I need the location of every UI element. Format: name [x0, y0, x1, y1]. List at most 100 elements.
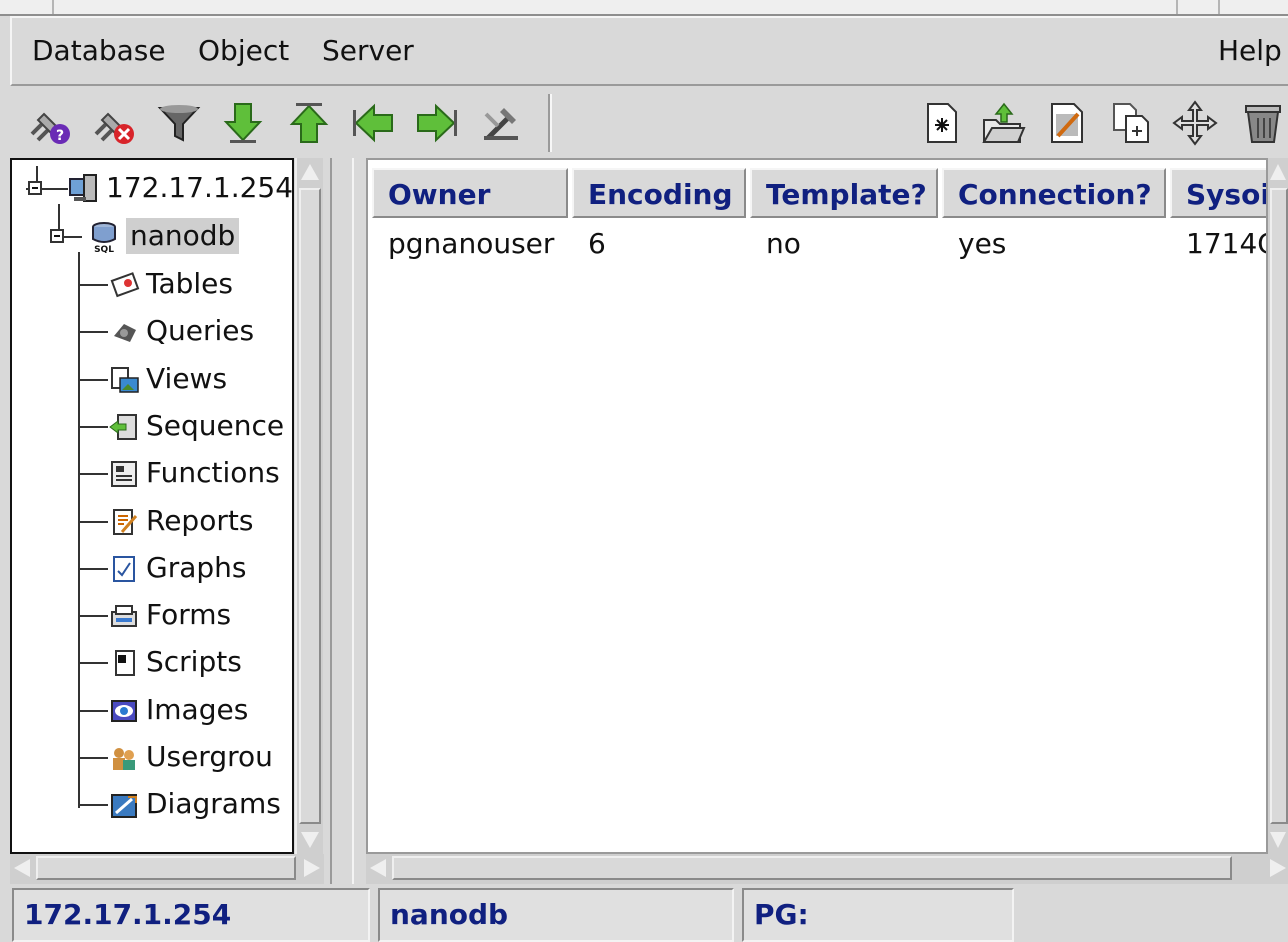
scroll-right-arrow[interactable] [1270, 859, 1286, 877]
open-icon[interactable] [980, 100, 1026, 146]
sequences-icon [109, 413, 137, 440]
scroll-thumb[interactable] [392, 856, 1232, 880]
toolbar: ? [10, 88, 1288, 158]
tree-horizontal-scrollbar[interactable] [10, 854, 324, 884]
reports-icon [113, 508, 138, 535]
scroll-thumb[interactable] [36, 856, 296, 880]
scroll-thumb[interactable] [1270, 188, 1288, 824]
tree-line [78, 425, 108, 428]
tree-node-label: 172.17.1.254 [106, 171, 294, 204]
grid-header: Owner Encoding Template? Connection? Sys… [372, 168, 1266, 220]
strip-tick [52, 0, 54, 14]
strip-tick [1176, 0, 1178, 14]
column-header-connection[interactable]: Connection? [942, 168, 1166, 218]
tree-line [78, 252, 80, 808]
usergroups-icon [113, 748, 135, 770]
status-pg: PG: [742, 888, 1014, 942]
window-top-strip [0, 0, 1288, 16]
tree-line [78, 662, 108, 665]
graphs-icon [113, 555, 135, 582]
tree-node-label: Graphs [146, 550, 247, 584]
column-header-owner[interactable]: Owner [372, 168, 568, 218]
object-tree[interactable]: 172.17.1.254 SQL nanodb Tables Queries Vie… [10, 158, 294, 854]
tree-node-label: Usergrou [146, 740, 273, 773]
cell-template: no [766, 227, 801, 260]
tree-node-label: Tables [146, 267, 233, 300]
toolbar-separator [548, 94, 552, 152]
arrow-up-icon[interactable] [286, 100, 332, 146]
server-icon [69, 174, 97, 202]
cell-owner: pgnanouser [388, 227, 555, 260]
queries-icon [114, 324, 136, 343]
new-icon[interactable] [918, 100, 964, 146]
disconnect-icon[interactable] [90, 100, 136, 146]
tree-node-label: Reports [146, 503, 254, 537]
tree-node-label: Functions [146, 456, 280, 490]
column-header-sysoid[interactable]: Sysoi [1170, 168, 1266, 218]
tree-line [78, 567, 108, 570]
tree-line [78, 520, 108, 523]
functions-icon [111, 461, 137, 488]
menu-help[interactable]: Help [1218, 34, 1282, 67]
scroll-down-arrow[interactable] [301, 832, 319, 848]
strip-tick [1218, 0, 1220, 14]
tools-icon[interactable] [478, 100, 524, 146]
tree-line [78, 378, 108, 381]
pane-splitter[interactable] [330, 158, 354, 884]
scroll-right-arrow[interactable] [304, 859, 320, 877]
scroll-left-arrow[interactable] [14, 859, 30, 877]
scripts-icon [115, 650, 135, 677]
svg-text:?: ? [56, 128, 64, 144]
tree-line [78, 709, 108, 712]
forms-icon [111, 605, 137, 628]
edit-icon[interactable] [1044, 100, 1090, 146]
arrow-right-icon[interactable] [414, 100, 460, 146]
database-properties-grid[interactable]: Owner Encoding Template? Connection? Sys… [366, 158, 1268, 854]
move-icon[interactable] [1172, 100, 1218, 146]
copy-icon[interactable] [1108, 100, 1154, 146]
tree-line [78, 757, 108, 759]
diagrams-icon [111, 794, 137, 819]
tree-node-label: Images [146, 692, 249, 726]
svg-text:SQL: SQL [94, 245, 114, 253]
table-row[interactable]: pgnanouser 6 no yes 1714C [372, 224, 1266, 264]
filter-icon[interactable] [156, 100, 202, 146]
tree-line [78, 804, 108, 807]
column-header-template[interactable]: Template? [750, 168, 938, 218]
delete-icon[interactable] [1238, 100, 1284, 146]
tree-line [78, 331, 108, 334]
menu-object[interactable]: Object [198, 34, 289, 67]
collapse-toggle[interactable] [28, 181, 42, 195]
cell-encoding: 6 [588, 227, 606, 260]
status-database: nanodb [378, 888, 734, 942]
tables-icon [110, 272, 140, 298]
tree-vertical-scrollbar[interactable] [295, 158, 323, 854]
tree-node-label: nanodb [126, 218, 240, 254]
scroll-up-arrow[interactable] [301, 164, 319, 180]
grid-vertical-scrollbar[interactable] [1268, 158, 1288, 854]
grid-horizontal-scrollbar[interactable] [366, 854, 1288, 884]
collapse-toggle[interactable] [50, 229, 64, 243]
scroll-down-arrow[interactable] [1270, 832, 1286, 848]
tree-node-label: Sequence [146, 408, 285, 442]
arrow-left-icon[interactable] [350, 100, 396, 146]
menu-database[interactable]: Database [32, 34, 166, 67]
column-header-encoding[interactable]: Encoding [572, 168, 746, 218]
images-icon [111, 699, 137, 722]
views-icon [111, 366, 139, 393]
scroll-thumb[interactable] [299, 188, 321, 824]
scroll-up-arrow[interactable] [1270, 164, 1286, 180]
tree-node-label: Views [146, 361, 228, 395]
connect-help-icon[interactable]: ? [26, 100, 72, 146]
arrow-down-icon[interactable] [220, 100, 266, 146]
tree-line [78, 284, 108, 286]
tree-node-label: Diagrams [146, 787, 281, 821]
menu-bar: Database Object Server Help [10, 16, 1288, 86]
tree-line [78, 473, 108, 476]
menu-server[interactable]: Server [322, 34, 414, 67]
database-icon: SQL [92, 222, 116, 253]
tree-node-label: Scripts [146, 645, 242, 679]
scroll-left-arrow[interactable] [370, 859, 386, 877]
tree-node-label: Forms [146, 598, 232, 632]
status-server: 172.17.1.254 [12, 888, 370, 942]
